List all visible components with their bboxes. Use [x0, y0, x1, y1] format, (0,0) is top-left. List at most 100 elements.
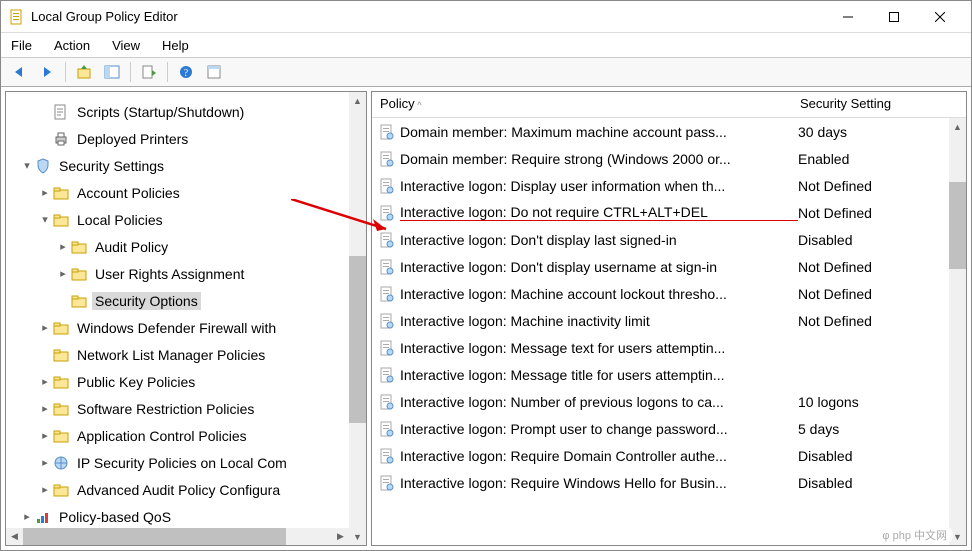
tree-item[interactable]: ▸Windows Defender Firewall with	[8, 314, 364, 341]
list-row[interactable]: Interactive logon: Require Domain Contro…	[372, 442, 966, 469]
scroll-left-button[interactable]: ◀	[6, 528, 23, 545]
chevron-right-icon[interactable]: ▸	[38, 375, 52, 388]
tree-item[interactable]: ▸ Account Policies	[8, 179, 364, 206]
scroll-down-button[interactable]: ▼	[349, 528, 366, 545]
folder-icon	[52, 346, 70, 364]
list-row[interactable]: Interactive logon: Number of previous lo…	[372, 388, 966, 415]
tree-item[interactable]: ▸ IP Security Policies on Local Com	[8, 449, 364, 476]
watermark: φ php 中文网	[876, 526, 953, 544]
policy-name: Domain member: Require strong (Windows 2…	[400, 151, 798, 167]
menu-action[interactable]: Action	[50, 36, 94, 55]
tree-item-label: Network List Manager Policies	[74, 346, 268, 364]
maximize-button[interactable]	[871, 2, 917, 32]
column-policy[interactable]: Policy	[372, 92, 792, 117]
list-row[interactable]: Interactive logon: Require Windows Hello…	[372, 469, 966, 496]
folder-icon	[52, 400, 70, 418]
chevron-down-icon[interactable]: ▾	[20, 159, 34, 172]
tree-horizontal-scrollbar[interactable]: ◀ ▶	[6, 528, 349, 545]
tree-item[interactable]: ▸ User Rights Assignment	[8, 260, 364, 287]
chevron-right-icon[interactable]: ▸	[38, 483, 52, 496]
tree-vertical-scrollbar[interactable]: ▲ ▼	[349, 92, 366, 545]
list-row[interactable]: Interactive logon: Display user informat…	[372, 172, 966, 199]
column-security-setting[interactable]: Security Setting	[792, 92, 966, 117]
show-hide-tree-button[interactable]	[100, 60, 124, 84]
back-button[interactable]	[7, 60, 31, 84]
tree-item[interactable]: ▸Audit Policy	[8, 233, 364, 260]
forward-button[interactable]	[35, 60, 59, 84]
policy-tree[interactable]: Scripts (Startup/Shutdown) Deployed Print…	[6, 92, 366, 545]
chevron-right-icon[interactable]: ▸	[38, 429, 52, 442]
menu-help[interactable]: Help	[158, 36, 193, 55]
tree-item[interactable]: ▸Policy-based QoS	[8, 503, 364, 530]
help-button[interactable]: ?	[174, 60, 198, 84]
shield-icon	[34, 157, 52, 175]
chevron-right-icon[interactable]: ▸	[38, 456, 52, 469]
policy-icon	[378, 231, 396, 249]
tree-item[interactable]: ▸Software Restriction Policies	[8, 395, 364, 422]
policy-name: Interactive logon: Machine inactivity li…	[400, 313, 798, 329]
tree-item[interactable]: ▾Local Policies	[8, 206, 364, 233]
policy-icon	[378, 123, 396, 141]
close-button[interactable]	[917, 2, 963, 32]
folder-icon	[70, 292, 88, 310]
list-row[interactable]: Interactive logon: Message text for user…	[372, 334, 966, 361]
policy-name: Interactive logon: Do not require CTRL+A…	[400, 204, 798, 221]
tree-item[interactable]: Scripts (Startup/Shutdown)	[8, 98, 364, 125]
up-button[interactable]	[72, 60, 96, 84]
list-row[interactable]: Interactive logon: Don't display last si…	[372, 226, 966, 253]
tree-item[interactable]: Deployed Printers	[8, 125, 364, 152]
policy-setting: Disabled	[798, 448, 966, 464]
policy-setting: Not Defined	[798, 205, 966, 221]
tree-item[interactable]: Security Options	[8, 287, 364, 314]
policy-name: Interactive logon: Require Windows Hello…	[400, 475, 798, 491]
app-icon	[9, 9, 25, 25]
content-area: Scripts (Startup/Shutdown) Deployed Print…	[1, 87, 971, 550]
menubar: File Action View Help	[1, 33, 971, 57]
minimize-button[interactable]	[825, 2, 871, 32]
properties-button[interactable]	[202, 60, 226, 84]
list-row[interactable]: Domain member: Maximum machine account p…	[372, 118, 966, 145]
policy-name: Interactive logon: Display user informat…	[400, 178, 798, 194]
tree-item[interactable]: ▸Application Control Policies	[8, 422, 364, 449]
scroll-up-button[interactable]: ▲	[349, 92, 366, 109]
scroll-up-button[interactable]: ▲	[949, 118, 966, 135]
toolbar: ?	[1, 57, 971, 87]
list-row[interactable]: Interactive logon: Do not require CTRL+A…	[372, 199, 966, 226]
folder-icon	[52, 481, 70, 499]
list-row[interactable]: Domain member: Require strong (Windows 2…	[372, 145, 966, 172]
list-vertical-scrollbar[interactable]: ▲ ▼	[949, 118, 966, 545]
policy-name: Interactive logon: Prompt user to change…	[400, 421, 798, 437]
policy-list[interactable]: Domain member: Maximum machine account p…	[372, 118, 966, 496]
tree-item-label: Security Options	[92, 292, 201, 310]
tree-item-label: Account Policies	[74, 184, 183, 202]
tree-item[interactable]: Network List Manager Policies	[8, 341, 364, 368]
menu-file[interactable]: File	[7, 36, 36, 55]
list-row[interactable]: Interactive logon: Machine account locko…	[372, 280, 966, 307]
policy-icon	[378, 285, 396, 303]
tree-item[interactable]: ▸Advanced Audit Policy Configura	[8, 476, 364, 503]
list-row[interactable]: Interactive logon: Prompt user to change…	[372, 415, 966, 442]
chevron-down-icon[interactable]: ▾	[38, 213, 52, 226]
folder-icon	[52, 184, 70, 202]
policy-icon	[378, 339, 396, 357]
tree-item-label: User Rights Assignment	[92, 265, 247, 283]
tree-item-label: Scripts (Startup/Shutdown)	[74, 103, 247, 121]
chevron-right-icon[interactable]: ▸	[56, 267, 70, 280]
chevron-right-icon[interactable]: ▸	[20, 510, 34, 523]
chevron-right-icon[interactable]: ▸	[56, 240, 70, 253]
chevron-right-icon[interactable]: ▸	[38, 321, 52, 334]
policy-setting: Not Defined	[798, 313, 966, 329]
policy-icon	[378, 204, 396, 222]
tree-item-label: IP Security Policies on Local Com	[74, 454, 290, 472]
export-list-button[interactable]	[137, 60, 161, 84]
list-row[interactable]: Interactive logon: Message title for use…	[372, 361, 966, 388]
tree-item[interactable]: ▾Security Settings	[8, 152, 364, 179]
scroll-right-button[interactable]: ▶	[332, 528, 349, 545]
chevron-right-icon[interactable]: ▸	[38, 402, 52, 415]
menu-view[interactable]: View	[108, 36, 144, 55]
list-pane: Policy Security Setting Domain member: M…	[371, 91, 967, 546]
list-row[interactable]: Interactive logon: Machine inactivity li…	[372, 307, 966, 334]
chevron-right-icon[interactable]: ▸	[38, 186, 52, 199]
list-row[interactable]: Interactive logon: Don't display usernam…	[372, 253, 966, 280]
tree-item[interactable]: ▸Public Key Policies	[8, 368, 364, 395]
